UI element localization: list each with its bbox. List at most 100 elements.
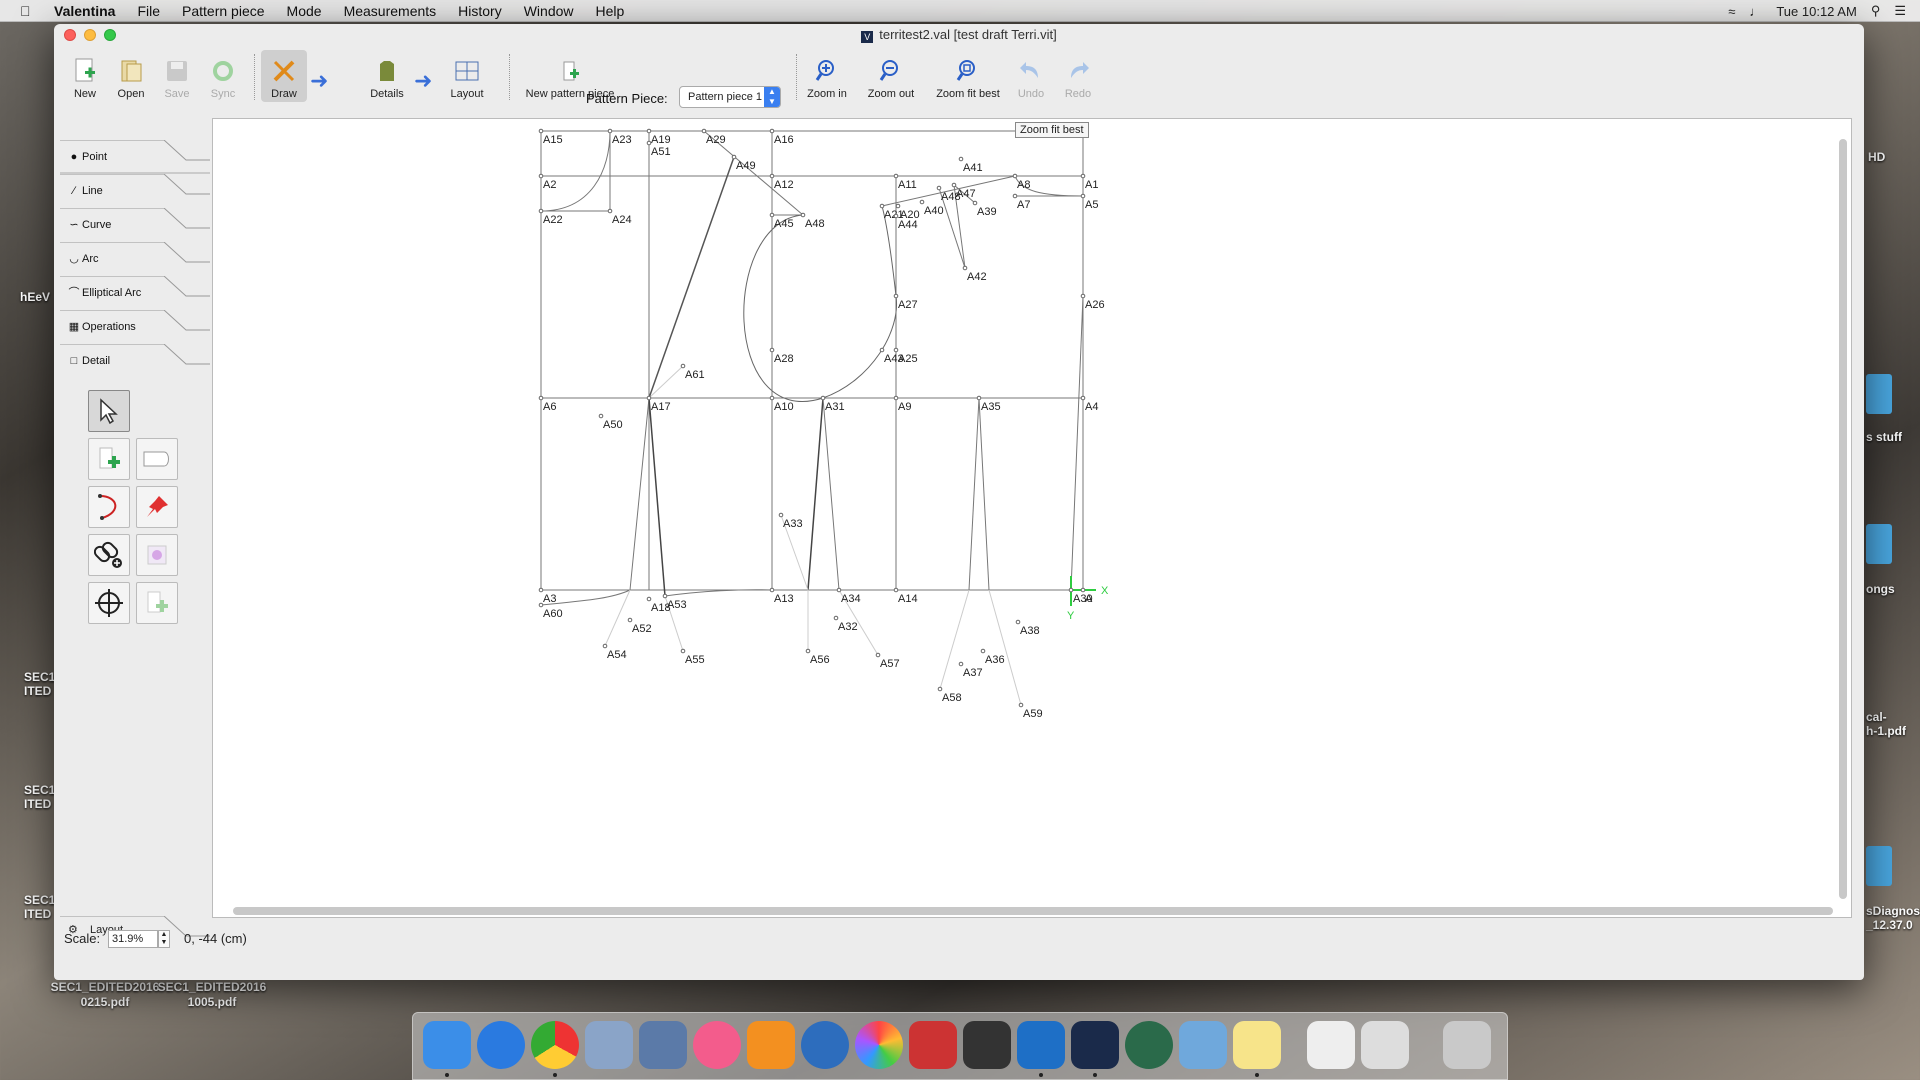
pattern-point[interactable] (1080, 395, 1086, 401)
point-label[interactable]: A45 (774, 218, 794, 230)
pattern-point[interactable] (598, 413, 604, 419)
menu-window[interactable]: Window (524, 3, 574, 19)
point-label[interactable]: A32 (838, 621, 858, 633)
select-pointer-button[interactable] (88, 390, 130, 432)
zoom-window-button[interactable] (104, 29, 116, 41)
point-label[interactable]: A47 (956, 188, 976, 200)
inkscape-icon[interactable] (963, 1021, 1011, 1069)
pattern-point[interactable] (769, 128, 775, 134)
pattern-point[interactable] (805, 648, 811, 654)
finder-icon[interactable] (423, 1021, 471, 1069)
itunes-icon[interactable] (693, 1021, 741, 1069)
point-label[interactable]: A44 (898, 219, 918, 231)
desktop-label[interactable]: SEC1 ITED (24, 783, 55, 811)
pattern-point[interactable] (607, 208, 613, 214)
point-label[interactable]: A3 (543, 593, 556, 605)
pattern-point[interactable] (879, 203, 885, 209)
pattern-point[interactable] (1080, 587, 1086, 593)
point-label[interactable]: A25 (898, 353, 918, 365)
tool-tab-point[interactable]: ● Point (60, 140, 210, 174)
pattern-point[interactable] (1080, 193, 1086, 199)
pattern-point[interactable] (731, 154, 737, 160)
downloads-stack-icon[interactable] (1361, 1021, 1409, 1069)
layout-mode-button[interactable]: Layout (439, 50, 495, 102)
pattern-point[interactable] (1012, 193, 1018, 199)
point-label[interactable]: A36 (985, 654, 1005, 666)
pattern-point[interactable] (538, 173, 544, 179)
desktop-label[interactable]: HD (1868, 150, 1885, 164)
search-icon[interactable]: ⚲ (1871, 3, 1881, 19)
seam-allowance-button[interactable] (88, 486, 130, 528)
pattern-point[interactable] (833, 615, 839, 621)
point-label[interactable]: A16 (774, 134, 794, 146)
ibooks-icon[interactable] (747, 1021, 795, 1069)
draw-mode-button[interactable]: Draw (261, 50, 307, 102)
desktop-label[interactable]: ongs (1866, 582, 1895, 596)
menu-mode[interactable]: Mode (287, 3, 322, 19)
pattern-point[interactable] (919, 199, 925, 205)
pattern-point[interactable] (800, 212, 806, 218)
pattern-point[interactable] (1080, 173, 1086, 179)
time-machine-icon[interactable] (1125, 1021, 1173, 1069)
pattern-point[interactable] (646, 128, 652, 134)
point-label[interactable]: A61 (685, 369, 705, 381)
desktop-label[interactable]: sDiagnost _12.37.0 (1866, 904, 1920, 932)
point-label[interactable]: A49 (736, 160, 756, 172)
pattern-point[interactable] (680, 363, 686, 369)
pattern-point[interactable] (879, 347, 885, 353)
menubar-clock[interactable]: Tue 10:12 AM (1776, 4, 1856, 19)
pattern-point[interactable] (1018, 702, 1024, 708)
pattern-point[interactable] (769, 587, 775, 593)
point-label[interactable]: A35 (981, 401, 1001, 413)
point-label[interactable]: A34 (841, 593, 861, 605)
point-label[interactable]: A31 (825, 401, 845, 413)
wifi-icon[interactable]: ≈ (1728, 4, 1735, 19)
menu-file[interactable]: File (137, 3, 160, 19)
tool-tab-curve[interactable]: ∽ Curve (60, 208, 210, 242)
details-mode-button[interactable]: Details (359, 50, 415, 102)
new-detail-button[interactable] (88, 438, 130, 480)
scale-input[interactable]: 31.9% (108, 930, 158, 948)
volume-icon[interactable]: ♩ (1749, 4, 1762, 19)
point-label[interactable]: A53 (667, 599, 687, 611)
point-label[interactable]: A56 (810, 654, 830, 666)
trash-icon[interactable] (1443, 1021, 1491, 1069)
point-label[interactable]: A8 (1017, 179, 1030, 191)
pattern-point[interactable] (895, 203, 901, 209)
folder-icon[interactable] (1866, 374, 1892, 414)
menu-help[interactable]: Help (596, 3, 625, 19)
point-label[interactable]: A10 (774, 401, 794, 413)
pattern-point[interactable] (778, 512, 784, 518)
point-label[interactable]: A58 (942, 692, 962, 704)
pattern-point[interactable] (701, 128, 707, 134)
pattern-point[interactable] (538, 395, 544, 401)
pattern-point[interactable] (646, 596, 652, 602)
preview-app-icon[interactable] (1179, 1021, 1227, 1069)
point-label[interactable]: A12 (774, 179, 794, 191)
desktop-label[interactable]: SEC1 ITED (24, 893, 55, 921)
apple-icon[interactable]:  (20, 3, 38, 19)
pattern-point[interactable] (646, 140, 652, 146)
pattern-point[interactable] (662, 593, 668, 599)
pattern-point[interactable] (936, 185, 942, 191)
pin-button[interactable] (136, 486, 178, 528)
menu-app-name[interactable]: Valentina (54, 3, 115, 19)
tool-tab-detail[interactable]: □ Detail (60, 344, 210, 378)
union-details-button[interactable] (136, 438, 178, 480)
point-label[interactable]: A28 (774, 353, 794, 365)
folder-icon[interactable] (1866, 524, 1892, 564)
folder-icon[interactable] (1866, 846, 1892, 886)
desktop-label[interactable]: hEeV (20, 290, 50, 304)
tool-tab-operations[interactable]: ▦ Operations (60, 310, 210, 344)
tool-tab-line[interactable]: ∕ Line (60, 174, 210, 208)
point-label[interactable]: A13 (774, 593, 794, 605)
pattern-drawing[interactable]: X Y A15 A23 A19 A29 A16A51A49A2 A12 A11A41A8 A1… (213, 119, 1853, 919)
pattern-point[interactable] (769, 347, 775, 353)
point-label[interactable]: A52 (632, 623, 652, 635)
pattern-point[interactable] (980, 648, 986, 654)
menu-measurements[interactable]: Measurements (344, 3, 437, 19)
point-label[interactable]: A14 (898, 593, 918, 605)
notes-icon[interactable] (1233, 1021, 1281, 1069)
point-label[interactable]: A54 (607, 649, 627, 661)
pattern-point[interactable] (769, 173, 775, 179)
